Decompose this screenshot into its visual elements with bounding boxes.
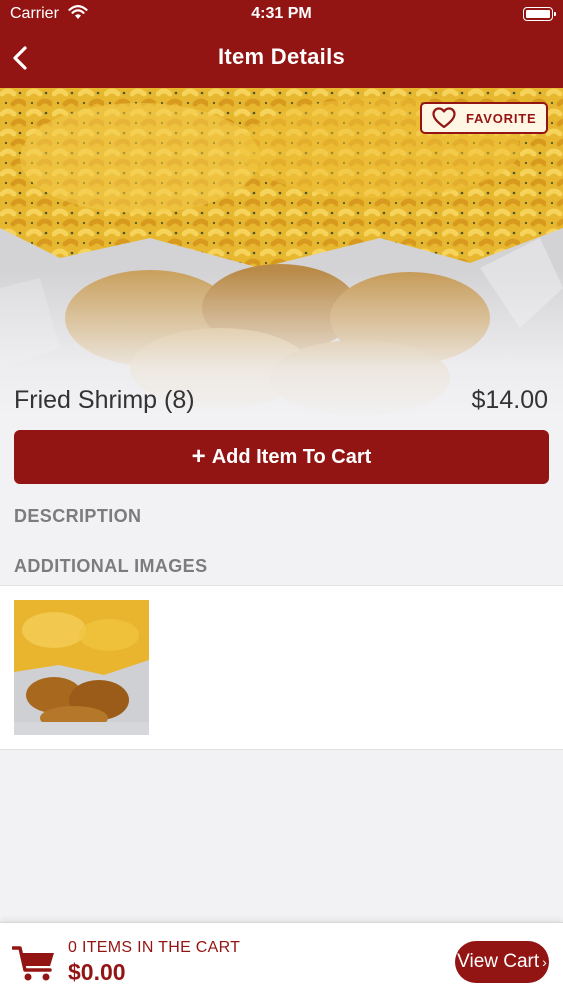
status-bar: Carrier 4:31 PM <box>0 0 563 30</box>
plus-icon: + <box>191 443 206 470</box>
chevron-right-icon: › <box>542 954 547 970</box>
view-cart-button[interactable]: View Cart › <box>455 941 549 983</box>
status-time: 4:31 PM <box>251 5 312 22</box>
cart-bar: 0 ITEMS IN THE CART $0.00 View Cart › <box>0 922 563 1000</box>
cart-icon <box>12 946 54 981</box>
heart-icon <box>432 107 456 129</box>
item-price: $14.00 <box>471 386 548 414</box>
add-to-cart-label: Add Item To Cart <box>211 445 372 468</box>
item-hero-image <box>0 88 563 420</box>
cart-total: $0.00 <box>68 959 126 985</box>
description-heading: DESCRIPTION <box>14 506 142 526</box>
favorite-button[interactable]: FAVORITE <box>420 102 548 134</box>
cart-item-count: 0 ITEMS IN THE CART <box>68 939 241 956</box>
additional-image-thumbnail[interactable] <box>14 600 149 735</box>
battery-icon <box>523 7 556 21</box>
additional-images-list <box>0 585 563 750</box>
add-to-cart-button[interactable]: + Add Item To Cart <box>14 430 549 484</box>
view-cart-label: View Cart <box>457 951 540 972</box>
additional-images-heading: ADDITIONAL IMAGES <box>14 556 208 576</box>
page-title: Item Details <box>217 44 346 69</box>
item-name: Fried Shrimp (8) <box>14 386 195 414</box>
favorite-label: FAVORITE <box>466 110 537 126</box>
navigation-bar: Carrier 4:31 PM Item Details <box>0 0 563 88</box>
